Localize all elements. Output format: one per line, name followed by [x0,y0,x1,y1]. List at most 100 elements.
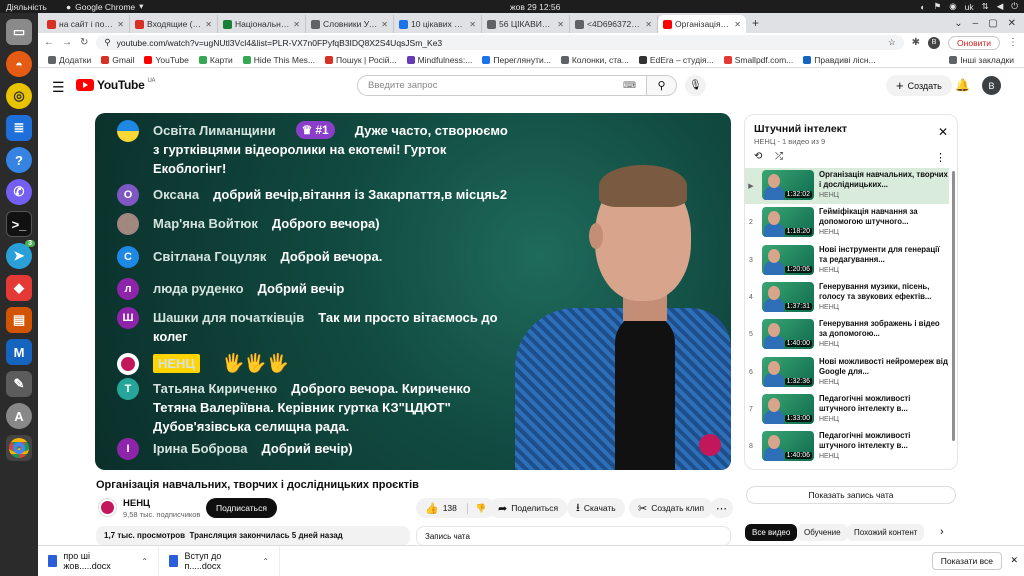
channel-name[interactable]: НЕНЦ [123,498,150,509]
search-button[interactable]: ⚲ [647,75,677,96]
playlist-item[interactable]: 3 1:20:06 Нові інструменти для генерації т… [745,243,949,279]
thumbs-down-icon[interactable]: 👎 [466,502,486,514]
tab-close-icon[interactable]: ✕ [205,20,212,29]
filter-chip[interactable]: Все видео [745,524,798,541]
show-all-downloads-button[interactable]: Показати все [931,552,1002,570]
omnibox[interactable]: ⚲ youtube.com/watch?v=ugNUtl3Vcl4&list=P… [96,35,904,50]
back-icon[interactable]: ← [44,37,54,48]
update-button[interactable]: Оновити [948,35,1000,50]
chat-record-header[interactable]: Запись чата [416,526,731,546]
shuffle-icon[interactable]: ⤮ [775,151,783,162]
voice-search-button[interactable]: 🎙 [685,75,706,96]
create-button[interactable]: + Создать [886,75,952,96]
tab-6[interactable]: <4D6963726F736F✕ [570,15,658,33]
impress-icon[interactable]: ▤ [6,307,32,333]
youtube-logo[interactable]: YouTube UA [76,78,155,92]
tab-search-icon[interactable]: ⌄ [954,18,962,29]
system-tray[interactable]: ◐ ⚑ ◉ uk ⇅ ◀ ⏻ [920,1,1018,12]
extensions-icon[interactable]: ✱ [912,37,920,48]
tab-close-icon[interactable]: ✕ [381,20,388,29]
tab-close-icon[interactable]: ✕ [734,20,741,29]
bookmark-7[interactable]: Переглянути... [482,55,551,65]
app-menu[interactable]: ● Google Chrome ▾ [66,1,143,12]
minimize-icon[interactable]: – [973,18,979,29]
playlist-item[interactable]: 5 1:40:00 Генерування зображень і відео за… [745,317,949,353]
bookmark-4[interactable]: Hide This Mes... [242,55,315,65]
playlist-scrollbar[interactable] [952,171,955,441]
tab-3[interactable]: Словники України о✕ [306,15,394,33]
bookmark-star-icon[interactable]: ☆ [888,37,896,48]
software-icon[interactable]: A [6,403,32,429]
profile-avatar[interactable]: B [928,36,941,49]
bookmark-5[interactable]: Пошук | Росій... [325,55,397,65]
youtube-avatar[interactable]: B [982,76,1001,95]
tab-2[interactable]: Національний екоі✕ [218,15,306,33]
gimp-icon[interactable]: ✎ [6,371,32,397]
video-player[interactable]: Освіта Лиманщини ♛ #1 Дуже часто, створюємо… [95,113,731,470]
channel-avatar[interactable] [98,498,117,517]
keyboard-icon[interactable]: ⌨ [623,80,636,91]
rhythmbox-icon[interactable]: ◎ [6,83,32,109]
math-icon[interactable]: M [6,339,32,365]
tab-5[interactable]: 56 ЦІКАВИХ ФАКТІВ✕ [482,15,570,33]
download-item[interactable]: про ші жов.....docx ⌃ [38,546,159,576]
playlist-item[interactable]: 8 1:40:06 Педагогічні можливості штучного … [745,429,949,465]
playlist-item[interactable]: ▶ 1:32:02 Організація навчальних, творчих … [745,168,949,204]
close-icon[interactable]: ✕ [938,125,948,139]
tab-close-icon[interactable]: ✕ [293,20,300,29]
chrome-dock-icon[interactable] [6,435,32,461]
help-icon[interactable]: ? [6,147,32,173]
forward-icon[interactable]: → [62,37,72,48]
playlist-item[interactable]: 7 1:33:00 Педагогічні можливості штучного … [745,392,949,428]
tab-0[interactable]: на сайт і посилання✕ [42,15,130,33]
bookmark-6[interactable]: Mindfulness:... [406,55,472,65]
files-icon[interactable]: ▭ [6,19,32,45]
terminal-icon[interactable]: >_ [6,211,32,237]
site-info-icon[interactable]: ⚲ [104,37,110,48]
close-downloads-icon[interactable]: ✕ [1010,555,1018,566]
chevron-right-icon[interactable]: › [940,526,944,538]
close-window-icon[interactable]: ✕ [1008,18,1016,29]
bookmark-3[interactable]: Карти [198,55,233,65]
bookmark-1[interactable]: Gmail [101,55,134,65]
playlist-title[interactable]: Штучний інтелект [754,123,847,135]
anydesk-icon[interactable]: ◆ [6,275,32,301]
playlist-more-icon[interactable]: ⋮ [935,151,946,164]
bookmark-0[interactable]: Додатки [48,55,91,65]
telegram-icon[interactable]: ➤ 3 [6,240,35,269]
share-button[interactable]: ➦ Поделиться [489,498,568,518]
tab-close-icon[interactable]: ✕ [117,20,124,29]
writer-icon[interactable]: ≣ [6,115,32,141]
download-button[interactable]: ⭳ Скачать [567,498,625,518]
other-bookmarks[interactable]: Інші закладки [949,55,1014,65]
filter-chip[interactable]: Похожий контент [847,524,925,541]
tab-7[interactable]: Організація навч✕ [658,15,746,33]
tab-4[interactable]: 10 цікавих фактів, я✕ [394,15,482,33]
activities-button[interactable]: Діяльність [6,2,47,12]
chrome-menu-icon[interactable]: ⋮ [1008,37,1018,48]
filter-chip[interactable]: Обучение [797,524,848,541]
tab-close-icon[interactable]: ✕ [557,20,564,29]
bookmark-9[interactable]: EdEra – студія... [638,55,714,65]
new-tab-icon[interactable]: + [746,16,765,33]
viber-icon[interactable]: ✆ [6,179,32,205]
tab-close-icon[interactable]: ✕ [469,20,476,29]
firefox-icon[interactable]: ◓ [6,51,32,77]
clock[interactable]: жов 29 12:56 [510,2,560,12]
bookmark-8[interactable]: Колонки, ста... [560,55,629,65]
tab-1[interactable]: Входящие (783) - olg✕ [130,15,218,33]
show-chat-button[interactable]: Показать запись чата [746,486,956,504]
playlist-item[interactable]: 4 1:37:31 Генерування музики, пісень, голо… [745,280,949,316]
bookmark-11[interactable]: Правдиві лісн... [803,55,876,65]
menu-icon[interactable]: ☰ [52,79,65,96]
notifications-bell-icon[interactable]: 🔔 [955,78,970,92]
bookmark-2[interactable]: YouTube [144,55,189,65]
chevron-up-icon[interactable]: ⌃ [262,557,269,566]
playlist-item[interactable]: 6 1:32:36 Нові можливості нейромереж від G… [745,355,949,391]
more-actions-button[interactable]: ⋯ [710,498,733,518]
search-input[interactable]: Введите запрос ⌨ [357,75,647,96]
clip-button[interactable]: ✂ Создать клип [629,498,714,518]
description-box[interactable]: 1,7 тыс. просмотров Трансляция закончила… [96,526,410,546]
loop-icon[interactable]: ⟲ [754,151,762,162]
reload-icon[interactable]: ↻ [80,37,88,48]
